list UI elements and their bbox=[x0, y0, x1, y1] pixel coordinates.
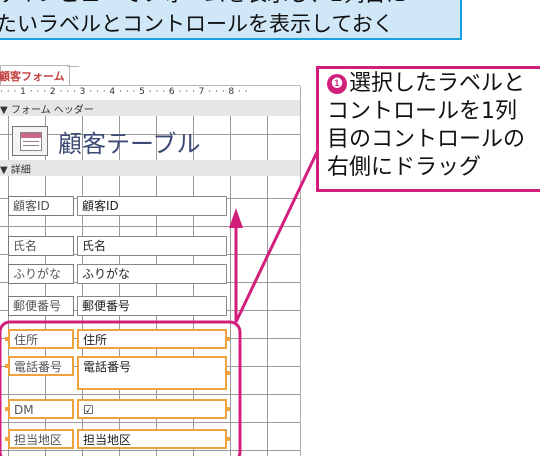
step-number-badge: ❶ bbox=[327, 74, 347, 94]
selection-highlight-frame bbox=[0, 320, 242, 456]
drag-arrow-head bbox=[229, 208, 243, 228]
instruction-callout: ❶ 選択したラベルと コントロールを1列 目のコントロールの 右側にドラッグ bbox=[316, 66, 540, 192]
callout-line-4: 右側にドラッグ bbox=[327, 155, 482, 180]
callout-line-1-text: 選択したラベルと bbox=[349, 71, 526, 96]
callout-line-1: ❶ 選択したラベルと bbox=[327, 71, 525, 97]
callout-leader-line bbox=[234, 149, 320, 323]
callout-line-2: コントロールを1列 bbox=[327, 99, 517, 124]
callout-line-3: 目のコントロールの bbox=[327, 127, 526, 152]
